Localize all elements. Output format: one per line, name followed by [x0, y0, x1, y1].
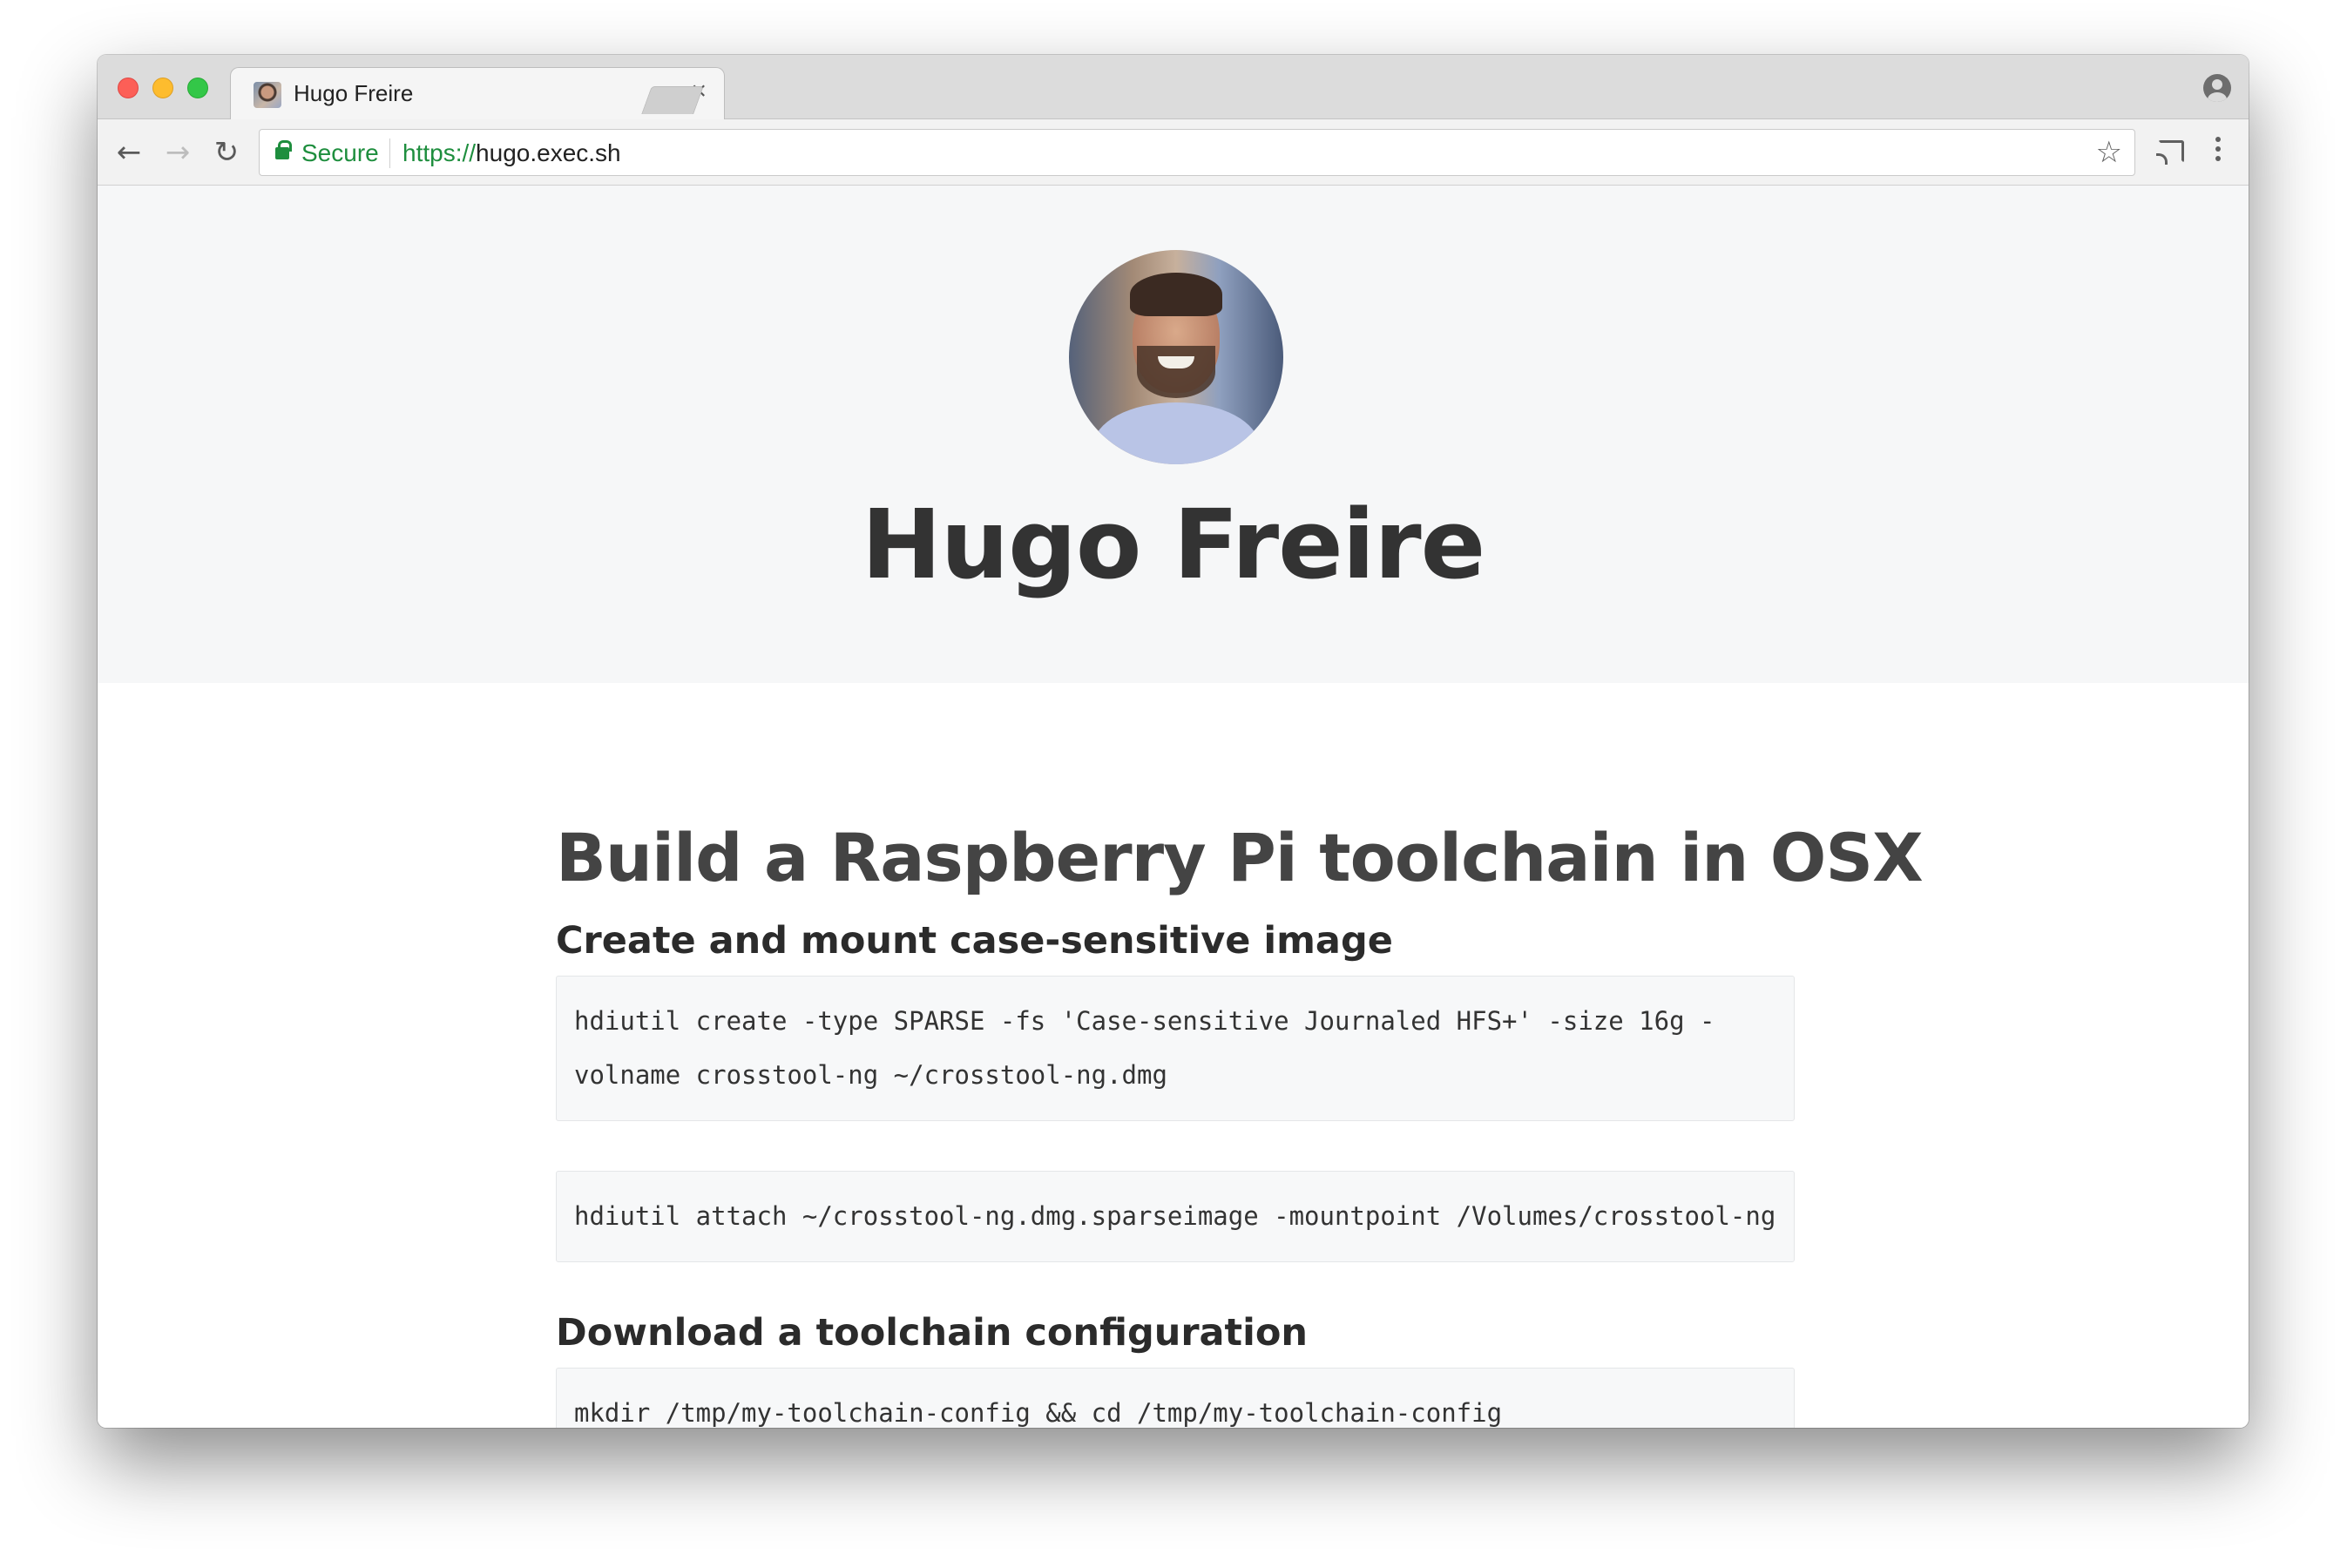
secure-label[interactable]: Secure [301, 139, 379, 167]
window-maximize-button[interactable] [187, 78, 208, 98]
kebab-menu-icon[interactable] [2215, 137, 2222, 166]
section-heading: Create and mount case-sensitive image [556, 919, 1393, 963]
arrow-left-icon[interactable]: ← [112, 135, 146, 170]
url-text[interactable]: https://hugo.exec.sh [402, 139, 621, 167]
code-block: hdiutil attach ~/crosstool-ng.dmg.sparse… [556, 1171, 1795, 1262]
arrow-right-icon[interactable]: → [160, 135, 195, 170]
new-tab-button[interactable] [641, 86, 704, 114]
window-minimize-button[interactable] [152, 78, 173, 98]
cast-icon[interactable] [2156, 140, 2184, 165]
profile-icon[interactable] [2203, 74, 2231, 102]
browser-window: Hugo Freire × ← → ↻ Secure https://hugo.… [98, 55, 2249, 1428]
browser-toolbar: ← → ↻ Secure https://hugo.exec.sh ☆ [98, 119, 2249, 186]
site-header: Hugo Freire [98, 186, 2249, 683]
code-block: mkdir /tmp/my-toolchain-config && cd /tm… [556, 1368, 1795, 1428]
favicon-icon [254, 82, 281, 108]
site-title[interactable]: Hugo Freire [98, 489, 2249, 600]
tab-strip: Hugo Freire × [98, 55, 2249, 120]
address-divider [389, 139, 390, 168]
url-scheme: https:// [402, 139, 477, 166]
section-heading: Download a toolchain configuration [556, 1311, 1309, 1355]
url-host: hugo.exec.sh [476, 139, 621, 166]
star-icon[interactable]: ☆ [2096, 135, 2122, 170]
lock-icon[interactable] [275, 140, 292, 159]
avatar [1069, 250, 1283, 464]
page-viewport: Hugo Freire Build a Raspberry Pi toolcha… [98, 186, 2249, 1428]
code-block: hdiutil create -type SPARSE -fs 'Case-se… [556, 976, 1795, 1121]
reload-icon[interactable]: ↻ [209, 135, 244, 170]
address-bar[interactable]: Secure https://hugo.exec.sh ☆ [259, 129, 2135, 176]
window-close-button[interactable] [118, 78, 139, 98]
tab-title: Hugo Freire [294, 80, 414, 106]
post-title[interactable]: Build a Raspberry Pi toolchain in OSX [556, 819, 1924, 896]
